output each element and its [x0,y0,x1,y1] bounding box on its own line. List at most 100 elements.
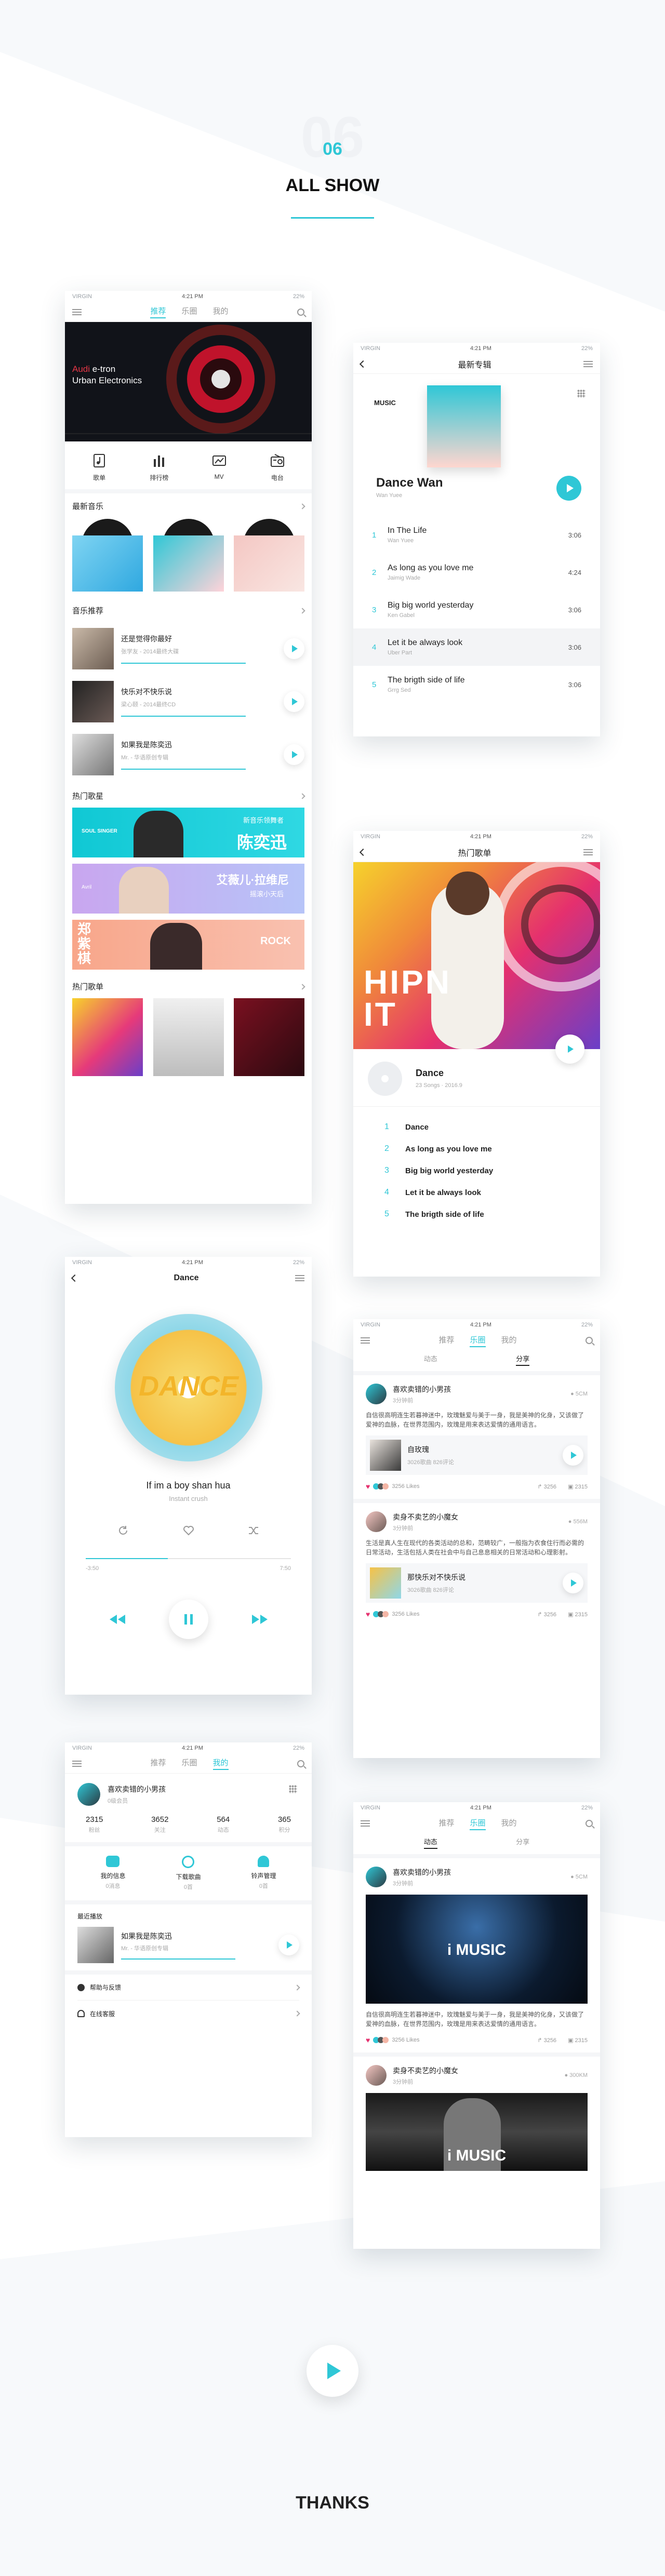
back-icon[interactable] [359,848,367,856]
play-button[interactable] [284,691,304,712]
rec-song-item[interactable]: 快乐对不快乐说 梁心颐 - 2014最终CD [72,675,304,728]
menu-icon[interactable] [583,849,593,855]
play-button[interactable] [278,1935,299,1955]
track-row-active[interactable]: 4 Let it be always look Uber Part 3:06 [353,628,600,666]
next-icon[interactable] [251,1614,269,1625]
stat-item[interactable]: 365 积分 [278,1815,291,1834]
playlist-track[interactable]: 5 The brigth side of life [384,1203,569,1225]
pause-button[interactable] [169,1600,208,1639]
menu-icon[interactable] [295,1275,304,1281]
tab-mine[interactable]: 我的 [501,1817,517,1830]
tab-mine[interactable]: 我的 [213,305,229,318]
subtab-dynamic[interactable]: 动态 [423,1836,437,1849]
avatar[interactable] [77,1783,100,1806]
tab-recommend[interactable]: 推荐 [438,1334,454,1347]
rec-song-item[interactable]: 还是觉得你最好 张学友 - 2014最终大碟 [72,622,304,675]
music-rec-header[interactable]: 音乐推荐 [65,605,312,616]
back-icon[interactable] [359,360,367,368]
search-icon[interactable] [297,308,304,316]
hot-singers-header[interactable]: 热门歌星 [65,790,312,801]
avatar[interactable] [366,1384,387,1404]
heart-icon[interactable]: ♥ [366,1610,370,1618]
category-radio[interactable]: 电台 [270,453,285,482]
menu-icon[interactable] [361,1337,370,1344]
shortcut-downloads[interactable]: 下载歌曲 0首 [176,1856,201,1891]
post-user[interactable]: 卖身不卖艺的小魔女 [393,1512,458,1522]
tab-recommend[interactable]: 推荐 [150,1757,166,1770]
comment-count-wrap[interactable]: ▣ 2315 [568,1611,588,1618]
repeat-icon[interactable] [117,1524,129,1537]
player-progress[interactable] [86,1558,291,1559]
playlist-card[interactable] [72,998,143,1076]
track-row[interactable]: 1 In The Life Wan Yuee 3:06 [353,516,600,554]
playlist-track[interactable]: 1 Dance [384,1116,569,1138]
video-thumbnail[interactable]: i MUSIC [366,2093,588,2171]
album-play-button[interactable] [556,476,581,501]
singer-banner[interactable]: SOUL SINGER 新音乐领舞者 陈奕迅 [72,808,304,857]
play-button[interactable] [563,1573,583,1593]
search-icon[interactable] [297,1760,304,1767]
comment-count-wrap[interactable]: ▣ 2315 [568,1483,588,1490]
tab-recommend[interactable]: 推荐 [150,305,166,318]
album-card[interactable] [234,519,304,592]
share-count-wrap[interactable]: ↱ 3256 [537,1483,556,1490]
playlist-track[interactable]: 2 As long as you love me [384,1138,569,1160]
tab-recommend[interactable]: 推荐 [438,1817,454,1830]
tab-mine[interactable]: 我的 [501,1334,517,1347]
shared-song[interactable]: 那快乐对不快乐说 3026歌曲 826评论 [366,1563,588,1603]
menu-item-service[interactable]: 在线客服 [77,2001,300,2027]
stat-item[interactable]: 2315 粉丝 [86,1815,103,1834]
bottom-play-button[interactable] [307,2345,358,2397]
menu-item-help[interactable]: 帮助与反馈 [77,1975,300,2001]
post-user[interactable]: 卖身不卖艺的小魔女 [393,2065,458,2076]
tab-music-hall[interactable]: 乐圈 [181,1757,197,1770]
singer-banner[interactable]: Avril 艾薇儿·拉维尼 摇滚小天后 [72,864,304,914]
shortcut-ringtones[interactable]: 铃声管理 0首 [251,1856,276,1891]
comment-count-wrap[interactable]: ▣ 2315 [568,2037,588,2044]
qr-icon[interactable] [289,1785,297,1793]
previous-icon[interactable] [109,1614,126,1625]
avatar[interactable] [366,1867,387,1887]
playlist-track[interactable]: 3 Big big world yesterday [384,1160,569,1182]
video-thumbnail[interactable]: i MUSIC [366,1895,588,2004]
category-playlist[interactable]: 歌单 [91,453,107,482]
shuffle-icon[interactable] [247,1524,260,1537]
menu-icon[interactable] [72,308,82,315]
shortcut-messages[interactable]: 我的信息 0消息 [100,1856,126,1891]
play-button[interactable] [284,744,304,765]
play-button[interactable] [563,1445,583,1466]
track-row[interactable]: 5 The brigth side of life Grrg Sed 3:06 [353,666,600,703]
avatar[interactable] [366,2065,387,2086]
category-mv[interactable]: MV [211,453,227,482]
post-user[interactable]: 喜欢卖错的小男孩 [393,1867,451,1877]
share-count-wrap[interactable]: ↱ 3256 [537,1611,556,1618]
subtab-share[interactable]: 分享 [516,1836,529,1849]
heart-icon[interactable]: ♥ [366,2036,370,2044]
heart-icon[interactable] [182,1524,195,1537]
search-icon[interactable] [585,1337,593,1344]
tab-music-hall[interactable]: 乐圈 [470,1334,486,1347]
home-banner[interactable]: Audi e-tron Urban Electronics [65,322,312,441]
playlist-track[interactable]: 4 Let it be always look [384,1182,569,1203]
new-music-header[interactable]: 最新音乐 [65,501,312,512]
hot-playlists-header[interactable]: 热门歌单 [65,981,312,992]
back-icon[interactable] [71,1274,79,1282]
rec-song-item[interactable]: 如果我是陈奕迅 Mr. - 华语原创专辑 [72,728,304,781]
playlist-card[interactable] [153,998,224,1076]
category-chart[interactable]: 排行榜 [150,453,168,482]
tab-mine[interactable]: 我的 [212,1757,229,1770]
search-icon[interactable] [585,1820,593,1827]
avatar[interactable] [366,1511,387,1532]
stat-item[interactable]: 3652 关注 [151,1815,168,1834]
subtab-dynamic[interactable]: 动态 [424,1353,437,1366]
album-card[interactable] [153,519,224,592]
tab-music-hall[interactable]: 乐圈 [181,305,197,318]
track-row[interactable]: 2 As long as you love me Jaimig Wade 4:24 [353,554,600,591]
album-card[interactable] [72,519,143,592]
share-count-wrap[interactable]: ↱ 3256 [537,2037,556,2044]
tab-music-hall[interactable]: 乐圈 [470,1817,486,1830]
menu-icon[interactable] [583,360,593,367]
stat-item[interactable]: 564 动态 [217,1815,230,1834]
singer-banner[interactable]: 郑紫棋 ROCK [72,920,304,970]
playlist-card[interactable] [234,998,304,1076]
